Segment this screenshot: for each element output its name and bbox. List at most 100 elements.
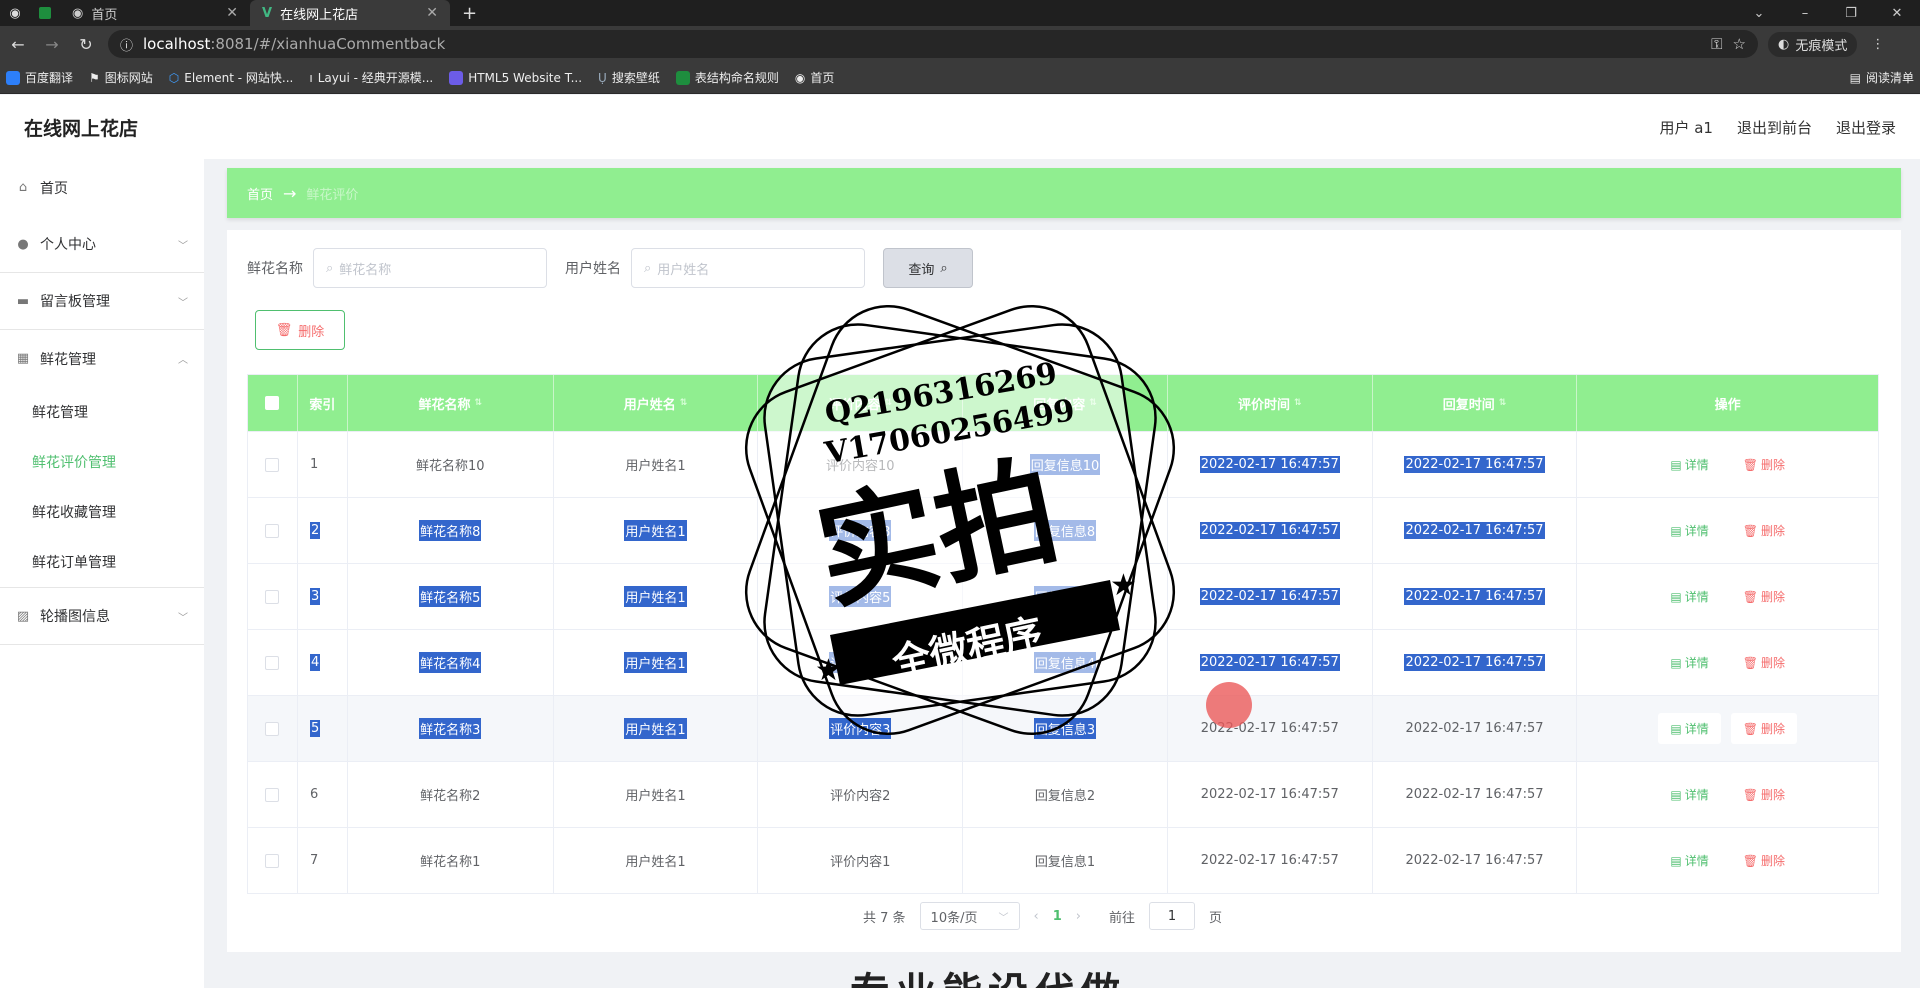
- sidebar-item-home[interactable]: ⌂ 首页: [0, 159, 204, 216]
- table-row[interactable]: 2 鲜花名称8 用户姓名1 评价内容8 回复信息8 2022-02-17 16:47:57…: [248, 497, 1878, 563]
- delete-button[interactable]: 🗑 删除: [1731, 449, 1797, 480]
- sort-icon[interactable]: ⇅: [1089, 398, 1097, 408]
- sort-icon[interactable]: ⇅: [884, 398, 892, 408]
- sidebar-item-personal[interactable]: ● 个人中心 ﹀: [0, 216, 204, 273]
- row-checkbox[interactable]: [265, 655, 280, 670]
- col-user-name[interactable]: 用户姓名 ⇅: [554, 375, 759, 431]
- sidebar-item-messages[interactable]: ▬ 留言板管理 ﹀: [0, 273, 204, 330]
- sheets-icon[interactable]: [30, 0, 60, 26]
- forward-icon[interactable]: →: [40, 35, 64, 54]
- col-flower-name[interactable]: 鲜花名称 ⇅: [348, 375, 554, 431]
- bookmark-item[interactable]: Ụ 搜索壁纸: [598, 69, 660, 86]
- bookmark-item[interactable]: ⬡ Element - 网站快...: [169, 69, 294, 86]
- cursor-highlight: [1206, 682, 1252, 728]
- sort-icon[interactable]: ⇅: [1294, 398, 1302, 408]
- cell-reply-time: 2022-02-17 16:47:57: [1373, 762, 1578, 827]
- delete-button[interactable]: 🗑 删除: [1731, 515, 1797, 546]
- delete-button[interactable]: 🗑 删除: [1731, 845, 1797, 876]
- cell-user-name: 用户姓名1: [554, 828, 759, 893]
- incognito-icon: ◐: [1778, 36, 1790, 52]
- globe-icon[interactable]: ◉: [0, 0, 30, 26]
- menu-icon[interactable]: ⋮: [1871, 37, 1884, 52]
- table-body: 1 鲜花名称10 用户姓名1 评价内容10 回复信息10 2022-02-17 16:47…: [248, 431, 1878, 893]
- logout-link[interactable]: 退出登录: [1836, 117, 1896, 138]
- delete-button[interactable]: 🗑 删除: [1730, 713, 1797, 744]
- select-all-checkbox[interactable]: [265, 396, 280, 410]
- row-checkbox[interactable]: [265, 787, 280, 802]
- goto-page-input[interactable]: 1: [1149, 902, 1196, 930]
- table-row[interactable]: 4 鲜花名称4 用户姓名1 评价内容4 回复信息4 2022-02-17 16:47:57…: [248, 629, 1878, 695]
- col-comment-time[interactable]: 评价时间 ⇅: [1168, 375, 1373, 431]
- table-row[interactable]: 1 鲜花名称10 用户姓名1 评价内容10 回复信息10 2022-02-17 16:47…: [248, 431, 1878, 497]
- bookmark-item[interactable]: ı Layui - 经典开源模...: [309, 69, 433, 86]
- star-icon[interactable]: ☆: [1733, 35, 1746, 53]
- col-reply[interactable]: 回复内容 ⇅: [963, 375, 1168, 431]
- close-window-icon[interactable]: ✕: [1874, 6, 1920, 21]
- chevron-down-icon[interactable]: ⌄: [1736, 6, 1782, 21]
- bookmark-item[interactable]: ⚑ 图标网站: [89, 69, 153, 86]
- detail-button[interactable]: ▤ 详情: [1658, 515, 1720, 546]
- sidebar-sub-flower-manage[interactable]: 鲜花管理: [0, 387, 204, 437]
- back-icon[interactable]: ←: [6, 35, 30, 54]
- document-icon: ▤: [1670, 787, 1682, 802]
- url-input[interactable]: ⓘ localhost:8081/#/xianhuaCommentback ⚿ …: [108, 30, 1758, 58]
- sort-icon[interactable]: ⇅: [474, 398, 482, 408]
- detail-button[interactable]: ▤ 详情: [1658, 449, 1720, 480]
- query-button[interactable]: 查询 ⌕: [883, 248, 973, 288]
- table-row[interactable]: 6 鲜花名称2 用户姓名1 评价内容2 回复信息2 2022-02-17 16:47:57…: [248, 761, 1878, 827]
- delete-button[interactable]: 🗑 删除: [1731, 779, 1797, 810]
- sidebar-sub-flower-comment[interactable]: 鲜花评价管理: [0, 437, 204, 487]
- sidebar-sub-flower-order[interactable]: 鲜花订单管理: [0, 537, 204, 587]
- sidebar-item-flowers[interactable]: ▦ 鲜花管理 ︿: [0, 330, 204, 387]
- detail-button[interactable]: ▤ 详情: [1658, 713, 1721, 744]
- row-checkbox[interactable]: [265, 853, 280, 868]
- element-icon: ⬡: [168, 70, 180, 85]
- row-checkbox[interactable]: [265, 457, 280, 472]
- sort-icon[interactable]: ⇅: [680, 398, 688, 408]
- breadcrumb-home[interactable]: 首页: [247, 184, 273, 203]
- row-checkbox[interactable]: [265, 721, 280, 736]
- restore-icon[interactable]: ❐: [1828, 6, 1874, 21]
- sidebar-sub-flower-favorite[interactable]: 鲜花收藏管理: [0, 487, 204, 537]
- row-checkbox-cell: [248, 498, 298, 563]
- bookmark-item[interactable]: ◉ 首页: [795, 69, 835, 86]
- detail-button[interactable]: ▤ 详情: [1658, 647, 1720, 678]
- detail-button[interactable]: ▤ 详情: [1658, 581, 1720, 612]
- page-size-select[interactable]: 10条/页 ﹀: [919, 902, 1020, 930]
- table-row[interactable]: 3 鲜花名称5 用户姓名1 评价内容5 回复信息5 2022-02-17 16:47:57…: [248, 563, 1878, 629]
- bookmark-item[interactable]: 百度翻译: [6, 69, 73, 86]
- close-icon[interactable]: ✕: [226, 5, 238, 21]
- exit-to-front-link[interactable]: 退出到前台: [1737, 117, 1812, 138]
- tab-flower-shop[interactable]: V 在线网上花店 ✕: [250, 0, 450, 26]
- sidebar-item-carousel[interactable]: ▨ 轮播图信息 ﹀: [0, 588, 204, 645]
- close-icon[interactable]: ✕: [426, 5, 438, 21]
- bookmark-item[interactable]: 表结构命名规则: [675, 69, 779, 86]
- col-label: 鲜花名称: [418, 397, 471, 413]
- next-page-icon[interactable]: ›: [1076, 909, 1081, 924]
- user-name-input[interactable]: ⌕ 用户姓名: [631, 248, 865, 288]
- detail-button[interactable]: ▤ 详情: [1658, 779, 1720, 810]
- delete-button[interactable]: 🗑 删除: [1731, 581, 1797, 612]
- tab-home[interactable]: ◉ 首页 ✕: [60, 0, 250, 26]
- reading-list[interactable]: ▤ 阅读清单: [1850, 69, 1914, 86]
- minimize-icon[interactable]: –: [1782, 6, 1828, 21]
- col-reply-time[interactable]: 回复时间 ⇅: [1373, 375, 1578, 431]
- key-icon[interactable]: ⚿: [1711, 35, 1722, 53]
- flower-name-input[interactable]: ⌕ 鲜花名称: [313, 248, 547, 288]
- delete-button[interactable]: 🗑 删除: [1731, 647, 1797, 678]
- incognito-badge[interactable]: ◐ 无痕模式: [1768, 31, 1858, 57]
- table-row[interactable]: 5 鲜花名称3 用户姓名1 评价内容3 回复信息3 2022-02-17 16:47:57…: [248, 695, 1878, 761]
- detail-button[interactable]: ▤ 详情: [1658, 845, 1720, 876]
- row-checkbox[interactable]: [265, 589, 280, 604]
- table-row[interactable]: 7 鲜花名称1 用户姓名1 评价内容1 回复信息1 2022-02-17 16:47:57…: [248, 827, 1878, 893]
- reload-icon[interactable]: ↻: [74, 35, 98, 54]
- current-page[interactable]: 1: [1053, 909, 1062, 924]
- sort-icon[interactable]: ⇅: [1499, 398, 1507, 408]
- cell-text: 6: [309, 787, 319, 802]
- bookmark-item[interactable]: HTML5 Website T...: [449, 70, 582, 85]
- batch-delete-button[interactable]: 🗑 删除: [255, 310, 345, 350]
- new-tab-button[interactable]: +: [450, 3, 489, 24]
- col-content[interactable]: 评价内容 ⇅: [758, 375, 964, 431]
- row-checkbox[interactable]: [265, 523, 280, 538]
- prev-page-icon[interactable]: ‹: [1034, 909, 1039, 924]
